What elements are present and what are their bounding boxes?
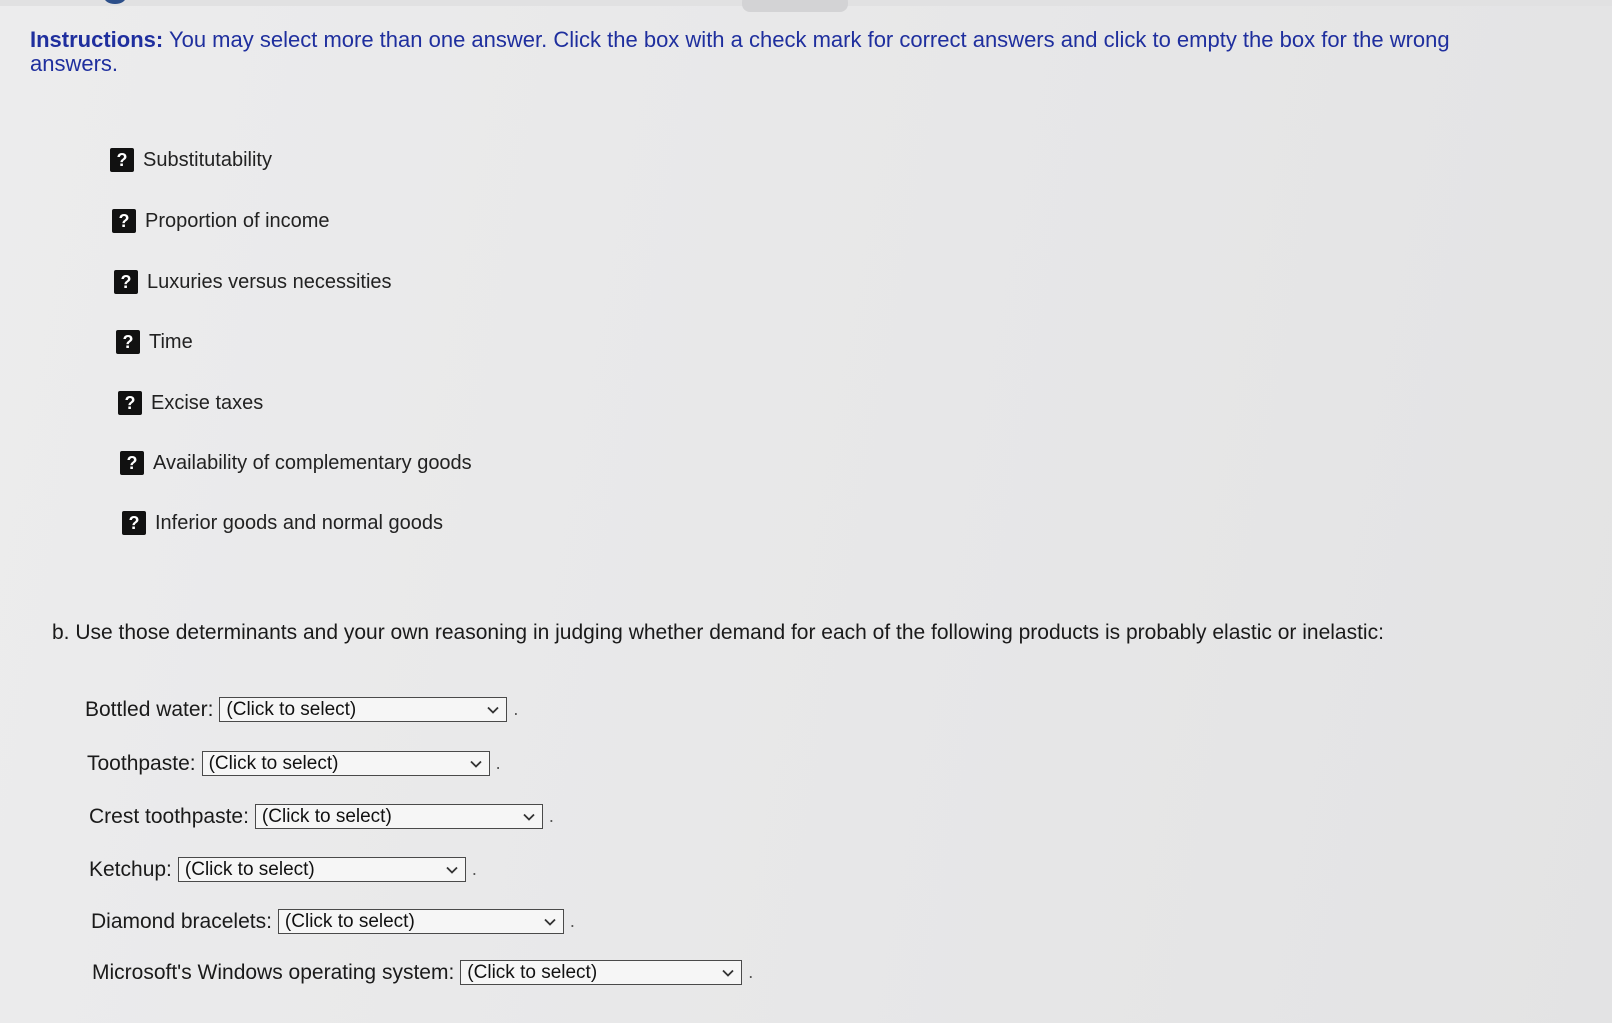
option-label: Availability of complementary goods bbox=[153, 451, 472, 474]
select-value: (Click to select) bbox=[261, 805, 392, 827]
option-inferior-goods-and-normal-goods[interactable]: ? Inferior goods and normal goods bbox=[122, 511, 443, 535]
option-availability-of-complementary-goods[interactable]: ? Availability of complementary goods bbox=[120, 451, 472, 475]
trailing-period: . bbox=[748, 962, 754, 982]
row-bottled-water: Bottled water: (Click to select) . bbox=[85, 697, 518, 722]
row-toothpaste: Toothpaste: (Click to select) . bbox=[87, 751, 501, 776]
question-mark-icon[interactable]: ? bbox=[114, 270, 138, 294]
trailing-period: . bbox=[513, 699, 519, 719]
trailing-period: . bbox=[471, 859, 477, 879]
option-label: Proportion of income bbox=[145, 209, 330, 232]
select-value: (Click to select) bbox=[467, 961, 598, 983]
trailing-period: . bbox=[548, 806, 554, 826]
ketchup-select[interactable]: (Click to select) bbox=[177, 857, 466, 882]
option-label: Substitutability bbox=[143, 148, 272, 171]
select-value: (Click to select) bbox=[226, 698, 357, 720]
row-label: Microsoft's Windows operating system: bbox=[92, 960, 455, 984]
option-excise-taxes[interactable]: ? Excise taxes bbox=[118, 391, 263, 415]
option-label: Excise taxes bbox=[151, 391, 264, 414]
question-mark-icon[interactable]: ? bbox=[110, 148, 134, 172]
chevron-down-icon bbox=[445, 863, 459, 877]
chevron-down-icon bbox=[469, 757, 483, 771]
row-label: Bottled water: bbox=[85, 697, 214, 721]
chevron-down-icon bbox=[543, 915, 557, 929]
instructions-label: Instructions: bbox=[30, 27, 164, 52]
row-label: Toothpaste: bbox=[87, 751, 196, 775]
question-mark-icon[interactable]: ? bbox=[122, 511, 146, 535]
row-ketchup: Ketchup: (Click to select) . bbox=[89, 857, 477, 882]
row-label: Crest toothpaste: bbox=[89, 804, 249, 828]
row-label: Diamond bracelets: bbox=[91, 909, 272, 933]
option-proportion-of-income[interactable]: ? Proportion of income bbox=[112, 209, 330, 233]
option-label: Inferior goods and normal goods bbox=[155, 511, 443, 534]
row-crest-toothpaste: Crest toothpaste: (Click to select) . bbox=[89, 804, 554, 829]
question-mark-icon[interactable]: ? bbox=[116, 330, 140, 354]
option-luxuries-versus-necessities[interactable]: ? Luxuries versus necessities bbox=[114, 270, 392, 294]
row-microsoft-windows: Microsoft's Windows operating system: (C… bbox=[92, 960, 753, 985]
row-diamond-bracelets: Diamond bracelets: (Click to select) . bbox=[91, 909, 575, 934]
trailing-period: . bbox=[569, 911, 575, 931]
row-label: Ketchup: bbox=[89, 857, 172, 881]
option-label: Time bbox=[149, 330, 193, 353]
question-mark-icon[interactable]: ? bbox=[112, 209, 136, 233]
option-time[interactable]: ? Time bbox=[116, 330, 193, 354]
select-value: (Click to select) bbox=[208, 752, 339, 774]
chevron-down-icon bbox=[486, 703, 500, 717]
chevron-down-icon bbox=[721, 966, 735, 980]
instructions: Instructions: You may select more than o… bbox=[30, 28, 1470, 76]
question-mark-icon[interactable]: ? bbox=[118, 391, 142, 415]
bottled-water-select[interactable]: (Click to select) bbox=[219, 697, 508, 722]
option-substitutability[interactable]: ? Substitutability bbox=[110, 148, 272, 172]
part-b-prompt: b. Use those determinants and your own r… bbox=[52, 621, 1384, 644]
diamond-bracelets-select[interactable]: (Click to select) bbox=[277, 909, 564, 934]
select-value: (Click to select) bbox=[184, 858, 315, 880]
option-label: Luxuries versus necessities bbox=[147, 270, 392, 293]
microsoft-windows-select[interactable]: (Click to select) bbox=[460, 960, 743, 985]
crest-toothpaste-select[interactable]: (Click to select) bbox=[254, 804, 543, 829]
trailing-period: . bbox=[495, 753, 501, 773]
toothpaste-select[interactable]: (Click to select) bbox=[201, 751, 490, 776]
select-value: (Click to select) bbox=[284, 910, 415, 932]
question-mark-icon[interactable]: ? bbox=[120, 451, 144, 475]
instructions-text: You may select more than one answer. Cli… bbox=[30, 27, 1450, 76]
chevron-down-icon bbox=[522, 810, 536, 824]
top-tab bbox=[742, 0, 848, 12]
